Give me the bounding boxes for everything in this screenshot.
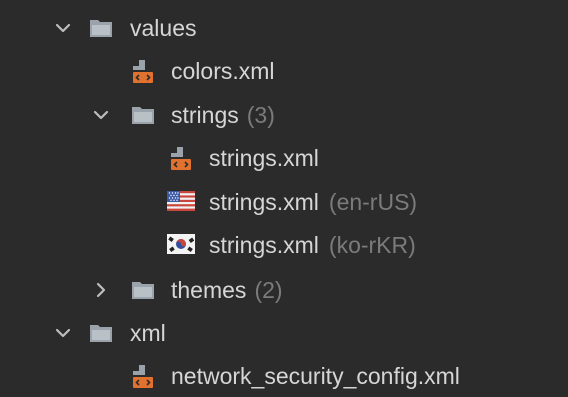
tree-file-strings-xml-en-rus[interactable]: strings.xml (en-rUS) bbox=[0, 180, 568, 224]
xml-file-icon bbox=[169, 147, 193, 170]
tree-item-label: strings.xml (ko-rKR) bbox=[209, 232, 416, 258]
locale-qualifier: (ko-rKR) bbox=[328, 232, 416, 258]
tree-folder-themes[interactable]: themes (2) bbox=[0, 268, 568, 312]
us-flag-icon bbox=[167, 191, 195, 213]
item-count: (3) bbox=[246, 102, 275, 128]
chevron-right-icon[interactable] bbox=[90, 279, 112, 301]
item-count: (2) bbox=[254, 277, 283, 303]
tree-item-label: values bbox=[130, 15, 197, 41]
tree-item-label: xml bbox=[130, 320, 166, 346]
korea-flag-icon bbox=[167, 234, 195, 256]
chevron-down-icon[interactable] bbox=[52, 17, 74, 39]
tree-file-network-security-config-xml[interactable]: network_security_config.xml bbox=[0, 354, 568, 397]
chevron-down-icon[interactable] bbox=[52, 322, 74, 344]
locale-qualifier: (en-rUS) bbox=[328, 189, 418, 215]
folder-icon bbox=[89, 322, 113, 344]
tree-file-colors-xml[interactable]: colors.xml bbox=[0, 49, 568, 93]
folder-icon bbox=[131, 279, 155, 301]
tree-item-label: colors.xml bbox=[171, 58, 275, 84]
folder-icon bbox=[131, 104, 155, 126]
tree-folder-strings[interactable]: strings (3) bbox=[0, 93, 568, 137]
tree-item-label: themes (2) bbox=[171, 277, 283, 303]
tree-file-strings-xml[interactable]: strings.xml bbox=[0, 136, 568, 180]
xml-file-icon bbox=[131, 60, 155, 83]
tree-folder-xml[interactable]: xml bbox=[0, 311, 568, 355]
tree-item-label: strings.xml bbox=[209, 145, 319, 171]
tree-item-label: strings.xml (en-rUS) bbox=[209, 189, 418, 215]
tree-folder-values[interactable]: values bbox=[0, 6, 568, 50]
folder-icon bbox=[89, 17, 113, 39]
project-tree: values colors.xml strings (3) strings.xml bbox=[0, 0, 568, 397]
xml-file-icon bbox=[131, 365, 155, 388]
tree-file-strings-xml-ko-rkr[interactable]: strings.xml (ko-rKR) bbox=[0, 223, 568, 267]
chevron-down-icon[interactable] bbox=[90, 104, 112, 126]
tree-item-label: network_security_config.xml bbox=[171, 363, 460, 389]
tree-item-label: strings (3) bbox=[171, 102, 275, 128]
